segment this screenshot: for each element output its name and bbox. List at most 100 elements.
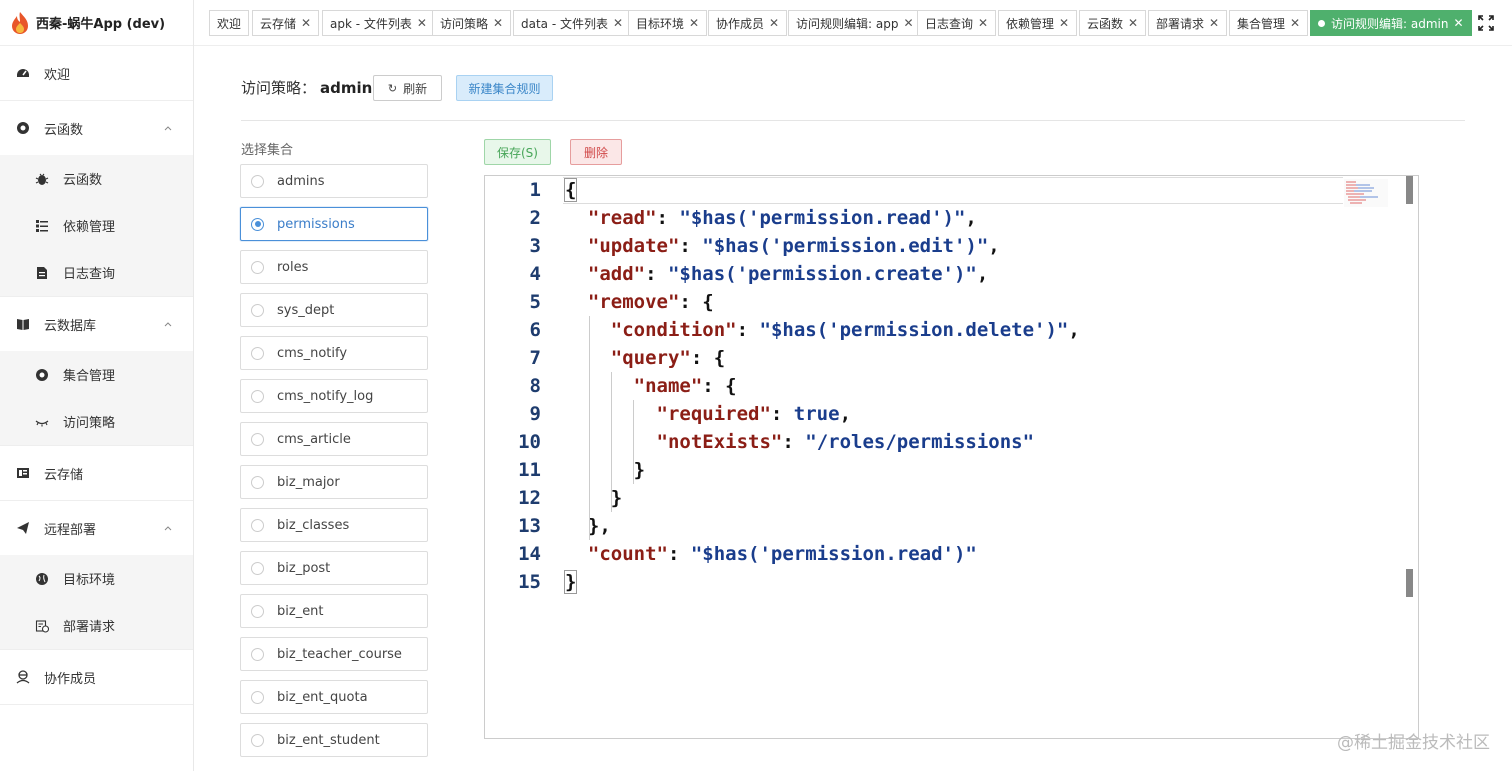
sidebar-item-members[interactable]: 协作成员: [0, 650, 193, 704]
line-number: 3: [529, 235, 541, 257]
radio-icon[interactable]: [251, 174, 264, 188]
book-icon: [16, 317, 30, 331]
tab-logs[interactable]: 日志查询 ✕: [917, 10, 997, 36]
tab-deploy-requests[interactable]: 部署请求 ✕: [1148, 10, 1228, 36]
collection-item[interactable]: biz_ent: [240, 594, 428, 628]
radio-icon[interactable]: [251, 217, 264, 231]
sidebar-item-cloud-database[interactable]: 云数据库: [0, 297, 193, 351]
code-punct: :: [770, 403, 794, 425]
tab-target-env[interactable]: 目标环境 ✕: [628, 10, 708, 36]
close-icon[interactable]: ✕: [417, 16, 427, 30]
radio-icon[interactable]: [251, 432, 264, 446]
close-icon[interactable]: ✕: [613, 16, 623, 30]
sidebar-item-dependencies[interactable]: 依赖管理: [0, 202, 193, 249]
radio-icon[interactable]: [251, 389, 264, 403]
code-editor[interactable]: 1 2 3 4 5 6 7 8 9 10 11 12 13 14 15 { "read": "$has('p…: [484, 175, 1419, 739]
line-number: 14: [518, 543, 541, 565]
radio-icon[interactable]: [251, 733, 264, 747]
sidebar-item-target-env[interactable]: 目标环境: [0, 555, 193, 602]
tab-apk-files[interactable]: apk - 文件列表 ✕: [322, 10, 435, 36]
close-icon[interactable]: ✕: [493, 16, 503, 30]
code-line: "notExists": "/roles/permissions": [565, 428, 1080, 456]
tab-rule-edit-admin[interactable]: 访问规则编辑: admin ✕: [1310, 10, 1472, 36]
tab-collections[interactable]: 集合管理 ✕: [1229, 10, 1309, 36]
collection-item[interactable]: sys_dept: [240, 293, 428, 327]
tab-cloud-storage[interactable]: 云存储 ✕: [252, 10, 320, 36]
minimap[interactable]: [1344, 179, 1388, 207]
refresh-button[interactable]: ↻ 刷新: [373, 75, 442, 101]
chevron-up-icon[interactable]: [163, 319, 173, 329]
delete-button[interactable]: 删除: [570, 139, 622, 165]
watermark: @稀土掘金技术社区: [1337, 733, 1490, 753]
tab-rule-edit-app[interactable]: 访问规则编辑: app ✕: [788, 10, 922, 36]
fullscreen-icon[interactable]: [1478, 15, 1494, 31]
sidebar-item-label: 云函数: [44, 122, 84, 138]
tab-cloud-function[interactable]: 云函数 ✕: [1079, 10, 1147, 36]
tab-label: 访问策略: [440, 16, 489, 31]
sidebar-item-deploy-requests[interactable]: 部署请求: [0, 602, 193, 649]
radio-icon[interactable]: [251, 561, 264, 575]
scrollbar-thumb[interactable]: [1406, 569, 1413, 597]
sidebar-item-cloud-function-list[interactable]: 云函数: [0, 155, 193, 202]
line-number: 8: [529, 375, 541, 397]
chevron-up-icon[interactable]: [163, 523, 173, 533]
collection-item[interactable]: biz_ent_student: [240, 723, 428, 757]
collection-label: 选择集合: [241, 143, 294, 158]
new-rule-button[interactable]: 新建集合规则: [456, 75, 553, 101]
tab-data-files[interactable]: data - 文件列表 ✕: [513, 10, 632, 36]
close-icon[interactable]: ✕: [689, 16, 699, 30]
sidebar-item-logs[interactable]: 日志查询: [0, 249, 193, 296]
radio-icon[interactable]: [251, 303, 264, 317]
radio-icon[interactable]: [251, 647, 264, 661]
flame-logo-icon: [12, 11, 28, 34]
tab-members[interactable]: 协作成员 ✕: [708, 10, 788, 36]
tab-access-policy[interactable]: 访问策略 ✕: [432, 10, 512, 36]
members-icon: [16, 670, 30, 684]
close-icon[interactable]: ✕: [1453, 16, 1463, 30]
sidebar-item-cloud-function[interactable]: 云函数: [0, 101, 193, 155]
indent-guide: [611, 372, 612, 512]
sidebar-item-collections[interactable]: 集合管理: [0, 351, 193, 398]
code-punct: [565, 543, 588, 565]
collection-item[interactable]: admins: [240, 164, 428, 198]
close-icon[interactable]: ✕: [769, 16, 779, 30]
radio-icon[interactable]: [251, 604, 264, 618]
code-key: "notExists": [656, 431, 783, 453]
collection-item[interactable]: biz_teacher_course: [240, 637, 428, 671]
radio-icon[interactable]: [251, 346, 264, 360]
close-icon[interactable]: ✕: [903, 16, 913, 30]
sidebar-item-welcome[interactable]: 欢迎: [0, 46, 193, 100]
tab-dependencies[interactable]: 依赖管理 ✕: [998, 10, 1078, 36]
collection-item[interactable]: biz_ent_quota: [240, 680, 428, 714]
radio-icon[interactable]: [251, 518, 264, 532]
close-icon[interactable]: ✕: [1059, 16, 1069, 30]
radio-icon[interactable]: [251, 475, 264, 489]
close-icon[interactable]: ✕: [1290, 16, 1300, 30]
close-icon[interactable]: ✕: [301, 16, 311, 30]
code-punct: : {: [679, 291, 714, 313]
close-icon[interactable]: ✕: [1209, 16, 1219, 30]
collection-item[interactable]: permissions: [240, 207, 428, 241]
code-punct: },: [565, 515, 611, 537]
close-icon[interactable]: ✕: [978, 16, 988, 30]
collection-item[interactable]: roles: [240, 250, 428, 284]
sidebar-item-cloud-storage[interactable]: 云存储: [0, 446, 193, 500]
collection-name: roles: [277, 259, 309, 275]
close-icon[interactable]: ✕: [1128, 16, 1138, 30]
collection-item[interactable]: biz_classes: [240, 508, 428, 542]
radio-icon[interactable]: [251, 690, 264, 704]
collection-item[interactable]: cms_notify: [240, 336, 428, 370]
collection-item[interactable]: biz_post: [240, 551, 428, 585]
sidebar-item-remote-deploy[interactable]: 远程部署: [0, 501, 193, 555]
tab-welcome[interactable]: 欢迎: [209, 10, 250, 36]
collection-item[interactable]: cms_article: [240, 422, 428, 456]
save-button[interactable]: 保存(S): [484, 139, 551, 165]
sidebar-item-access-policy[interactable]: 访问策略: [0, 398, 193, 445]
collection-item[interactable]: biz_major: [240, 465, 428, 499]
radio-icon[interactable]: [251, 260, 264, 274]
collection-item[interactable]: cms_notify_log: [240, 379, 428, 413]
chevron-up-icon[interactable]: [163, 123, 173, 133]
line-number: 10: [518, 431, 541, 453]
code-content[interactable]: { "read": "$has('permission.read')", "up…: [563, 176, 1080, 596]
scrollbar-thumb[interactable]: [1406, 176, 1413, 204]
